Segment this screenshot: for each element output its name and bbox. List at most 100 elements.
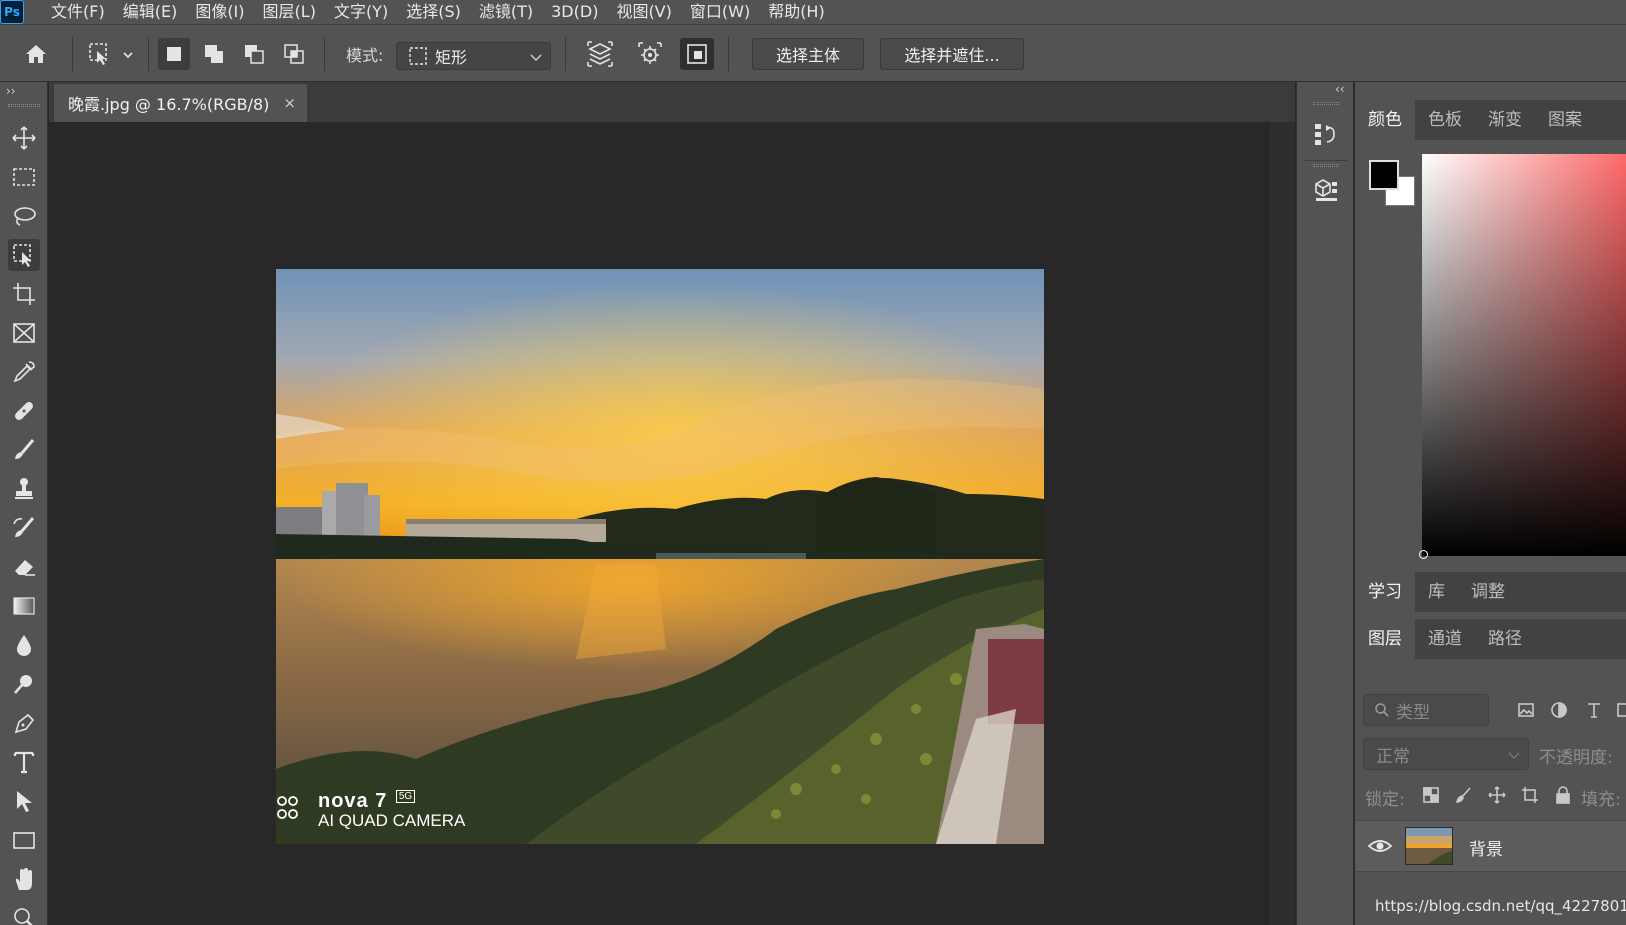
rectangle-tool[interactable] bbox=[8, 824, 40, 856]
rectangular-marquee-tool[interactable] bbox=[8, 161, 40, 193]
tab-adjustments[interactable]: 调整 bbox=[1458, 572, 1518, 612]
eyedropper-tool[interactable] bbox=[8, 356, 40, 388]
learn-panel-tabs: 学习 库 调整 bbox=[1355, 572, 1626, 612]
pen-tool[interactable] bbox=[8, 707, 40, 739]
object-selection-tool[interactable] bbox=[8, 239, 40, 271]
type-tool[interactable] bbox=[8, 746, 40, 778]
arrow-pointer-icon bbox=[17, 791, 32, 812]
frame-tool[interactable] bbox=[8, 317, 40, 349]
menu-help[interactable]: 帮助(H) bbox=[759, 0, 834, 24]
lasso-icon bbox=[14, 207, 36, 226]
menu-file[interactable]: 文件(F) bbox=[42, 0, 114, 24]
dodge-icon bbox=[14, 675, 32, 694]
color-picker-field[interactable] bbox=[1422, 154, 1626, 556]
toolbar-collapse-toggle[interactable]: ›› bbox=[6, 84, 16, 98]
3d-panel-button[interactable] bbox=[1308, 172, 1344, 208]
foreground-color-swatch[interactable] bbox=[1369, 160, 1399, 190]
lock-transparent-pixels-button[interactable] bbox=[1420, 784, 1442, 806]
toolbar-grip[interactable] bbox=[8, 104, 40, 107]
add-to-selection-button[interactable] bbox=[198, 38, 230, 70]
layer-filter-placeholder: 类型 bbox=[1396, 702, 1430, 723]
new-selection-button[interactable] bbox=[158, 38, 190, 70]
object-finder-settings-button[interactable] bbox=[632, 38, 668, 70]
tab-layers[interactable]: 图层 bbox=[1355, 619, 1415, 659]
filter-pixel-layers-button[interactable] bbox=[1515, 699, 1537, 721]
blur-tool[interactable] bbox=[8, 629, 40, 661]
select-subject-button[interactable]: 选择主体 bbox=[752, 38, 864, 70]
filter-adjustment-layers-button[interactable] bbox=[1548, 699, 1570, 721]
blend-mode-select[interactable]: 正常 bbox=[1363, 738, 1529, 770]
camera-subtitle: AI QUAD CAMERA bbox=[318, 811, 466, 830]
menu-filter[interactable]: 滤镜(T) bbox=[470, 0, 542, 24]
tab-channels[interactable]: 通道 bbox=[1415, 619, 1475, 659]
move-icon bbox=[12, 126, 36, 150]
gradient-tool[interactable] bbox=[8, 590, 40, 622]
menu-layer[interactable]: 图层(L) bbox=[254, 0, 325, 24]
close-tab-button[interactable]: × bbox=[283, 94, 296, 112]
menu-type[interactable]: 文字(Y) bbox=[325, 0, 397, 24]
tab-gradients[interactable]: 渐变 bbox=[1475, 100, 1535, 140]
dodge-tool[interactable] bbox=[8, 668, 40, 700]
home-button[interactable] bbox=[18, 38, 54, 70]
frame-icon bbox=[13, 323, 35, 343]
panel-collapse-toggle[interactable]: ‹‹ bbox=[1335, 82, 1345, 96]
clone-stamp-tool[interactable] bbox=[8, 473, 40, 505]
select-and-mask-button[interactable]: 选择并遮住... bbox=[880, 38, 1024, 70]
tool-preset-picker[interactable] bbox=[82, 38, 138, 70]
brush-tool[interactable] bbox=[8, 434, 40, 466]
tab-swatches[interactable]: 色板 bbox=[1415, 100, 1475, 140]
mode-select[interactable]: 矩形 bbox=[396, 42, 551, 70]
lock-all-button[interactable] bbox=[1552, 784, 1574, 806]
sample-all-layers-button[interactable] bbox=[582, 38, 618, 70]
intersect-selection-icon bbox=[284, 44, 304, 64]
hand-tool[interactable] bbox=[8, 863, 40, 895]
fill-label: 填充: bbox=[1581, 790, 1621, 810]
blend-mode-value: 正常 bbox=[1376, 746, 1410, 767]
document-tab[interactable]: 晚霞.jpg @ 16.7%(RGB/8) × bbox=[54, 84, 307, 122]
vertical-scrollbar[interactable] bbox=[1268, 122, 1295, 925]
lock-icon bbox=[1556, 786, 1570, 804]
crop-tool[interactable] bbox=[8, 278, 40, 310]
zoom-tool[interactable] bbox=[8, 902, 40, 925]
layer-row-background[interactable]: 背景 bbox=[1355, 820, 1626, 872]
tab-color[interactable]: 颜色 bbox=[1355, 100, 1415, 140]
show-all-objects-button[interactable] bbox=[680, 38, 714, 70]
menu-3d[interactable]: 3D(D) bbox=[542, 0, 607, 24]
color-panel-tabs: 颜色 色板 渐变 图案 bbox=[1355, 100, 1626, 140]
menu-select[interactable]: 选择(S) bbox=[397, 0, 470, 24]
move-tool[interactable] bbox=[8, 122, 40, 154]
healing-brush-tool[interactable] bbox=[8, 395, 40, 427]
eyedropper-icon bbox=[13, 361, 35, 383]
layer-filter-select[interactable]: 类型 bbox=[1363, 694, 1489, 726]
document-image[interactable]: nova 7 5G AI QUAD CAMERA bbox=[276, 269, 1044, 844]
lock-image-pixels-button[interactable] bbox=[1453, 784, 1475, 806]
menu-window[interactable]: 窗口(W) bbox=[681, 0, 759, 24]
add-selection-icon bbox=[205, 45, 223, 63]
tab-learn[interactable]: 学习 bbox=[1355, 572, 1415, 612]
eye-icon[interactable] bbox=[1367, 835, 1393, 857]
history-brush-tool[interactable] bbox=[8, 512, 40, 544]
lock-position-button[interactable] bbox=[1486, 784, 1508, 806]
mode-value: 矩形 bbox=[435, 48, 468, 67]
camera-watermark: nova 7 5G AI QUAD CAMERA bbox=[277, 790, 466, 830]
history-panel-button[interactable] bbox=[1308, 116, 1344, 152]
rectangle-icon bbox=[13, 832, 35, 849]
eraser-tool[interactable] bbox=[8, 551, 40, 583]
lock-artboard-button[interactable] bbox=[1519, 784, 1541, 806]
tab-paths[interactable]: 路径 bbox=[1475, 619, 1535, 659]
menu-edit[interactable]: 编辑(E) bbox=[114, 0, 187, 24]
menu-image[interactable]: 图像(I) bbox=[186, 0, 253, 24]
tab-patterns[interactable]: 图案 bbox=[1535, 100, 1595, 140]
filter-type-layers-button[interactable] bbox=[1583, 699, 1605, 721]
lasso-tool[interactable] bbox=[8, 200, 40, 232]
path-selection-tool[interactable] bbox=[8, 785, 40, 817]
tab-libraries[interactable]: 库 bbox=[1415, 572, 1458, 612]
menu-view[interactable]: 视图(V) bbox=[607, 0, 680, 24]
source-watermark: https://blog.csdn.net/qq_42278015 bbox=[1375, 897, 1626, 915]
intersect-selection-button[interactable] bbox=[278, 38, 310, 70]
subtract-from-selection-button[interactable] bbox=[238, 38, 270, 70]
color-picker-cursor[interactable] bbox=[1419, 550, 1428, 559]
quad-camera-icon bbox=[277, 796, 298, 819]
chevron-down-icon bbox=[530, 54, 542, 61]
filter-shape-layers-button[interactable] bbox=[1613, 699, 1626, 721]
